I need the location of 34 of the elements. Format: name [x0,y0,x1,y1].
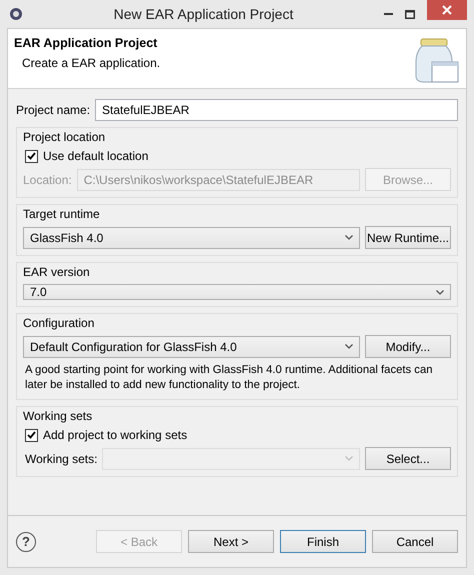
close-button[interactable] [427,0,467,20]
modify-button[interactable]: Modify... [365,335,451,358]
checkbox-label: Add project to working sets [43,428,188,442]
checkbox[interactable] [25,428,38,442]
window-title: New EAR Application Project [112,6,294,22]
version-dropdown[interactable]: 7.0 [23,284,451,300]
caret-icon [345,235,353,240]
group-title: Target runtime [23,207,101,221]
group-title: EAR version [23,265,91,279]
page-title: EAR Application Project [14,36,158,50]
caret-icon [345,344,353,349]
wizard-button[interactable]: Cancel [372,530,458,553]
configuration-description: A good starting point for working with GlassFish 4.0 runtime. Additional facets can later be installed to add new functionality to the project. [24,363,434,393]
field-label: Location: [23,172,72,186]
field-label: Project name: [16,103,90,117]
field-label: Working sets: [25,452,98,466]
close-icon[interactable] [442,5,452,15]
new-runtime-button[interactable]: New Runtime... [365,226,451,249]
caret-icon [345,456,353,461]
caret-icon [436,290,444,294]
group-title: Working sets [23,409,94,423]
maximize-icon[interactable] [405,10,415,18]
project-name-field[interactable]: StatefulEJBEAR [95,99,458,121]
checkbox[interactable] [25,150,38,162]
runtime-dropdown[interactable]: GlassFish 4.0 [23,226,360,248]
configuration-dropdown[interactable]: Default Configuration for GlassFish 4.0 [23,336,360,358]
checkbox-label: Use default location [43,149,148,163]
wizard-button[interactable]: Finish [280,530,366,553]
wizard-button[interactable]: Next > [188,530,274,553]
group-title: Project location [23,130,106,144]
help-button[interactable]: ? [16,532,36,552]
select-button[interactable]: Select... [365,447,451,470]
page-subtitle: Create a EAR application. [22,56,160,70]
group-title: Configuration [23,316,96,330]
